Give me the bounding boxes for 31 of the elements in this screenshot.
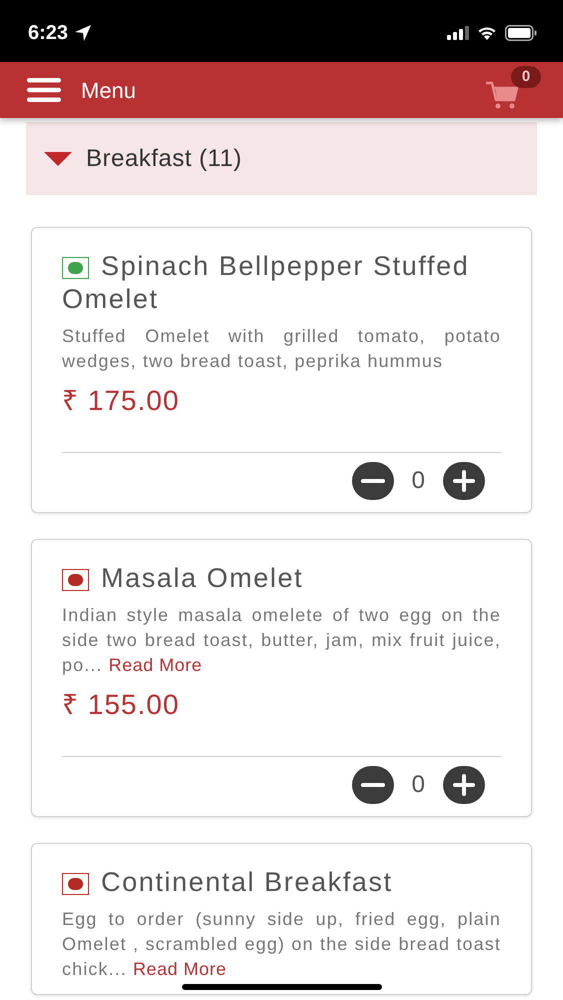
item-description: Stuffed Omelet with grilled tomato, potato wedges, two bread toast, peprika hummus: [62, 325, 501, 373]
menu-icon[interactable]: [27, 78, 61, 102]
category-header[interactable]: Breakfast (11): [26, 122, 537, 195]
read-more-link[interactable]: Read More: [108, 655, 202, 675]
item-name: Spinach Bellpepper Stuffed Omelet: [62, 251, 470, 314]
location-arrow-icon: [74, 24, 92, 42]
item-description: Egg to order (sunny side up, fried egg, plain Omelet , scrambled egg) on the side bread toast chick... Read More: [62, 908, 501, 981]
wifi-icon: [477, 26, 497, 40]
signal-icon: [447, 26, 469, 40]
decrease-button[interactable]: [352, 766, 394, 804]
cart-icon[interactable]: [485, 80, 519, 110]
read-more-link[interactable]: Read More: [132, 959, 226, 979]
plus-icon: [453, 774, 475, 796]
item-price: ₹ 175.00: [62, 384, 180, 418]
increase-button[interactable]: [443, 766, 485, 804]
quantity-value: 0: [412, 770, 425, 800]
battery-icon: [505, 25, 537, 41]
header-title: Menu: [81, 76, 136, 104]
decrease-button[interactable]: [352, 462, 394, 500]
increase-button[interactable]: [443, 462, 485, 500]
quantity-value: 0: [412, 466, 425, 496]
cart-count-badge: 0: [511, 66, 541, 88]
category-title: Breakfast (11): [86, 144, 242, 174]
item-name: Masala Omelet: [101, 563, 304, 593]
minus-icon: [360, 479, 385, 483]
plus-icon: [453, 470, 475, 492]
item-price: ₹ 155.00: [62, 688, 180, 722]
minus-icon: [360, 783, 385, 787]
item-description: Indian style masala omelete of two egg on the side two bread toast, butter, jam, mix fruit juice, po... Read More: [62, 604, 501, 677]
status-time: 6:23: [28, 21, 68, 46]
item-name: Continental Breakfast: [101, 867, 393, 897]
